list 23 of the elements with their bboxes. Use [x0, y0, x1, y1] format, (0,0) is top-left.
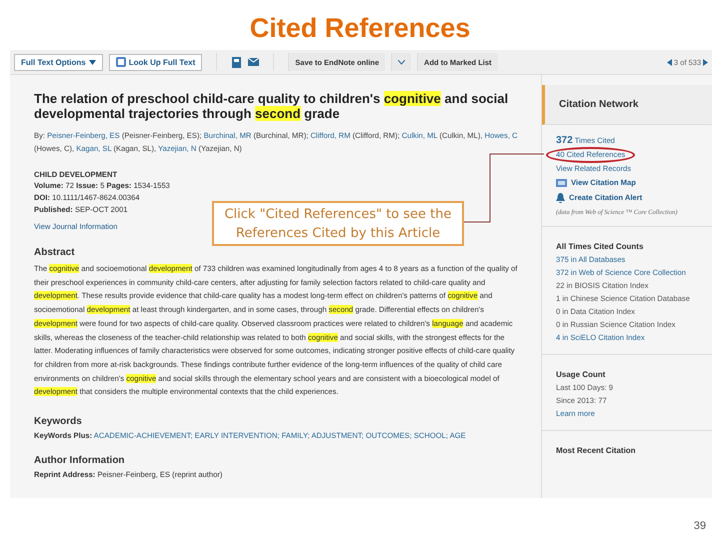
section-heading: All Times Cited Counts: [556, 241, 644, 253]
email-icon[interactable]: [248, 58, 260, 66]
print-icon[interactable]: [231, 56, 242, 68]
section-heading: Usage Count: [556, 369, 606, 381]
dropdown-button[interactable]: [391, 53, 412, 71]
document-icon: [116, 57, 126, 67]
callout-text: Click "Cited References" to see the References Cited by this Article: [212, 201, 464, 246]
previous-icon[interactable]: [666, 58, 672, 66]
record-title: The relation of preschool child-care quality to children's cognitive and social developmental trajectories through second grade: [34, 91, 510, 121]
section-heading: Author Information: [34, 454, 126, 468]
caret-icon: [88, 60, 96, 64]
section-heading: Abstract: [34, 246, 76, 260]
full-text-options-button[interactable]: Full Text Options: [14, 54, 103, 70]
slide-title: Cited References: [250, 12, 470, 44]
next-icon[interactable]: [703, 58, 708, 66]
bell-icon: [556, 193, 565, 203]
page-number: 39: [694, 520, 706, 532]
map-icon: [556, 179, 567, 187]
section-heading: Keywords: [34, 415, 83, 430]
look-up-full-text-button[interactable]: Look Up Full Text: [108, 54, 202, 70]
chevron-down-icon: [398, 60, 406, 64]
sidebar-heading: Citation Network: [542, 85, 712, 125]
section-heading: Most Recent Citation: [556, 445, 637, 457]
